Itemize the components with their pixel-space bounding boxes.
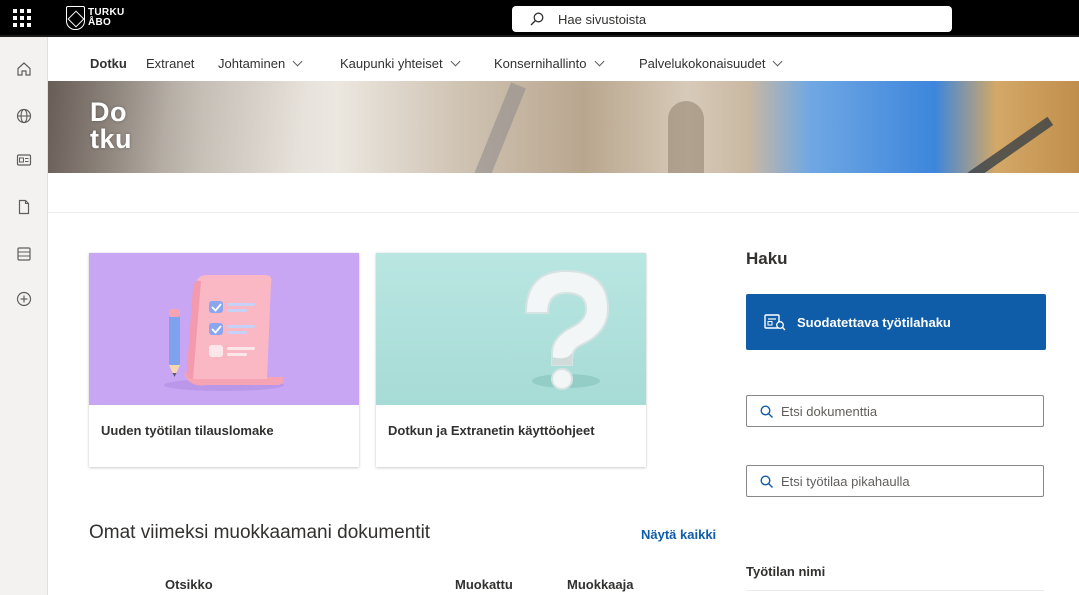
list-icon[interactable]: [14, 244, 34, 264]
site-navigation: Dotku Extranet Johtaminen Kaupunki yhtei…: [48, 37, 1079, 81]
site-search-placeholder: Hae sivustoista: [558, 11, 647, 27]
column-divider: [746, 590, 1044, 591]
search-icon: [760, 474, 773, 488]
nav-item-palvelukokonaisuudet[interactable]: Palvelukokonaisuudet: [639, 56, 783, 71]
nav-item-extranet[interactable]: Extranet: [146, 56, 194, 71]
order-form-illustration: [89, 253, 359, 405]
home-icon[interactable]: [14, 59, 34, 79]
recent-documents-heading: Omat viimeksi muokkaamani dokumentit: [89, 522, 431, 543]
card-title: Dotkun ja Extranetin käyttöohjeet: [388, 423, 595, 438]
chevron-down-icon: [450, 56, 461, 67]
globe-icon[interactable]: [14, 106, 34, 126]
column-header-modified[interactable]: Muokattu: [455, 577, 513, 592]
card-title: Uuden työtilan tilauslomake: [101, 423, 274, 438]
haku-heading: Haku: [746, 249, 788, 268]
app-bar: [0, 37, 48, 595]
column-header-title[interactable]: Otsikko: [165, 577, 213, 592]
chevron-down-icon: [292, 56, 303, 67]
nav-item-kaupunki-yhteiset[interactable]: Kaupunki yhteiset: [340, 56, 461, 71]
workspace-search-placeholder: Etsi työtilaa pikahaulla: [781, 473, 910, 489]
hero-banner: Do tku: [48, 81, 1079, 173]
nav-item-dotku[interactable]: Dotku: [90, 56, 127, 71]
site-search-box[interactable]: Hae sivustoista: [512, 6, 952, 32]
show-all-link[interactable]: Näytä kaikki: [641, 527, 716, 542]
news-icon[interactable]: [14, 150, 34, 170]
filtered-workspace-search-label: Suodatettava työtilahaku: [797, 314, 951, 330]
logo-line-2: ÅBO: [88, 17, 112, 28]
workspace-quick-search-input[interactable]: Etsi työtilaa pikahaulla: [746, 465, 1044, 497]
site-title: Do tku: [90, 97, 132, 154]
chevron-down-icon: [773, 56, 783, 67]
nav-item-johtaminen[interactable]: Johtaminen: [218, 56, 303, 71]
card-order-form[interactable]: Uuden työtilan tilauslomake: [89, 253, 359, 467]
filtered-workspace-search-button[interactable]: Suodatettava työtilahaku: [746, 294, 1046, 350]
document-icon[interactable]: [14, 197, 34, 217]
crest-icon: [66, 6, 85, 30]
add-icon[interactable]: [14, 289, 34, 309]
search-icon: [760, 404, 773, 418]
workspace-name-column-header[interactable]: Työtilan nimi: [746, 564, 825, 579]
question-mark-illustration: [376, 253, 646, 405]
card-user-guides[interactable]: Dotkun ja Extranetin käyttöohjeet: [376, 253, 646, 467]
chevron-down-icon: [594, 56, 604, 67]
section-divider: [48, 212, 1079, 213]
nav-item-konsernihallinto[interactable]: Konsernihallinto: [494, 56, 604, 71]
search-icon: [530, 12, 544, 26]
document-search-placeholder: Etsi dokumenttia: [781, 403, 878, 419]
app-launcher-icon[interactable]: [13, 9, 31, 27]
turku-logo[interactable]: TURKU ÅBO: [66, 4, 125, 32]
workspace-search-icon: [764, 314, 786, 331]
column-header-modified-by[interactable]: Muokkaaja: [567, 577, 633, 592]
suite-bar: TURKU ÅBO Hae sivustoista: [0, 0, 1079, 37]
document-search-input[interactable]: Etsi dokumenttia: [746, 395, 1044, 427]
